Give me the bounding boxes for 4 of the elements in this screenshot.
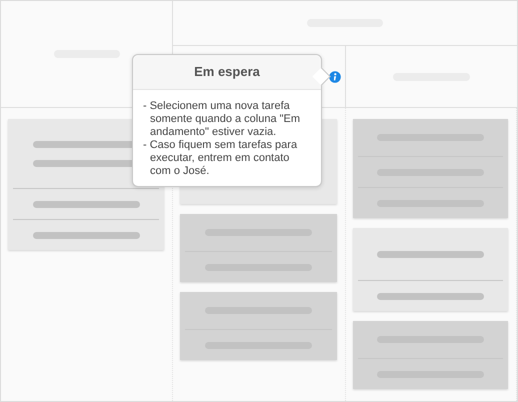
popover-text: - Selecionem uma nova tarefa somente quando a coluna "Em andamento" estiver vazia. [143,100,302,139]
popover-title: Em espera [133,55,321,90]
popover-text: - Caso fiquem sem tarefas para executar, entrem em contato com o José. [143,139,298,178]
info-icon[interactable] [329,71,341,83]
